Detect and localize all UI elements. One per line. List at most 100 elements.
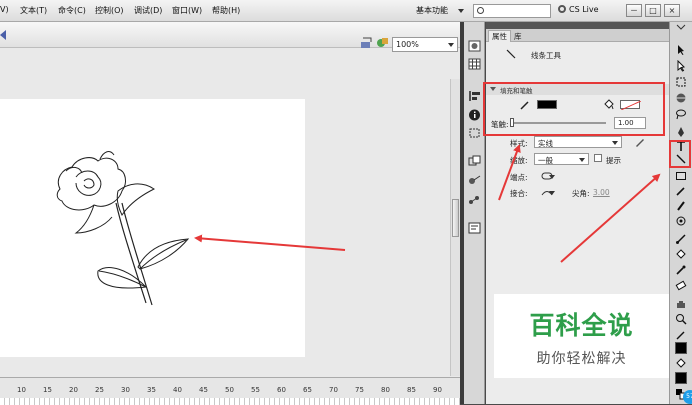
panel-tabs: 属性 库 (486, 29, 669, 42)
fill-color-bucket-icon (676, 358, 686, 368)
stroke-width-field[interactable]: 1.00 (614, 117, 646, 129)
timeline-tick: 30 (121, 386, 130, 394)
code-snippets-icon[interactable] (468, 194, 481, 206)
fill-stroke-section[interactable]: 填充和笔触 (486, 84, 669, 95)
miter-value[interactable]: 3.00 (593, 188, 610, 197)
bone-tool-icon[interactable] (675, 233, 687, 245)
back-arrow-icon[interactable] (0, 30, 6, 40)
scale-label: 缩放: (510, 156, 528, 165)
timeline-tick: 70 (329, 386, 338, 394)
eraser-tool-icon[interactable] (675, 279, 687, 291)
timeline-tick: 35 (147, 386, 156, 394)
cap-select[interactable] (538, 171, 558, 182)
rectangle-tool-icon[interactable] (675, 170, 687, 182)
history-panel-icon[interactable] (468, 222, 481, 234)
timeline-tick: 50 (225, 386, 234, 394)
timeline[interactable]: 10 15 20 25 30 35 40 45 50 55 60 65 70 7… (0, 377, 460, 405)
timeline-tick: 85 (407, 386, 416, 394)
tab-library[interactable]: 库 (511, 31, 525, 42)
timeline-tick: 10 (17, 386, 26, 394)
timeline-tick: 65 (303, 386, 312, 394)
pencil-tool-icon[interactable] (675, 185, 687, 197)
style-select[interactable]: 实线 (534, 136, 622, 148)
stage-area: 100% (0, 22, 460, 384)
scale-select[interactable]: 一般 (534, 153, 589, 165)
eyedropper-tool-icon[interactable] (675, 264, 687, 276)
menu-view[interactable]: V) (0, 5, 9, 14)
pen-tool-icon[interactable] (675, 126, 687, 138)
zoom-select[interactable]: 100% (392, 37, 458, 52)
3d-rotation-tool-icon[interactable] (675, 92, 687, 104)
timeline-tick: 45 (199, 386, 208, 394)
help-search-input[interactable] (473, 4, 551, 18)
edit-stroke-style-icon[interactable] (634, 136, 646, 148)
edit-symbol-icon[interactable] (376, 36, 389, 49)
collapse-tools-icon[interactable] (675, 24, 687, 30)
timeline-tick: 90 (433, 386, 442, 394)
align-panel-icon[interactable] (468, 90, 481, 102)
info-panel-icon[interactable] (468, 109, 481, 121)
lasso-tool-icon[interactable] (675, 108, 687, 120)
minimize-button[interactable]: － (626, 4, 642, 17)
hand-tool-icon[interactable] (675, 298, 687, 310)
timeline-tick: 80 (381, 386, 390, 394)
stage-toolbar (0, 22, 460, 48)
stroke-color-swatch[interactable] (537, 100, 557, 109)
canvas-stage[interactable] (0, 99, 305, 357)
timeline-tick: 25 (95, 386, 104, 394)
deco-tool-icon[interactable] (675, 215, 687, 227)
paint-bucket-tool-icon[interactable] (675, 249, 687, 261)
motion-presets-icon[interactable] (468, 174, 481, 186)
watermark-subtitle: 助你轻松解决 (536, 351, 627, 367)
join-select[interactable] (538, 187, 558, 198)
menu-bar: V) 文本(T) 命令(C) 控制(O) 调试(D) 窗口(W) 帮助(H) 基… (0, 0, 692, 22)
fill-color-chip[interactable] (675, 372, 687, 384)
timeline-tick: 55 (251, 386, 260, 394)
timeline-tick: 60 (277, 386, 286, 394)
line-tool-icon (506, 49, 516, 59)
cs-live-button[interactable]: CS Live (558, 5, 599, 14)
timeline-tick: 20 (69, 386, 78, 394)
hint-checkbox[interactable] (594, 154, 602, 162)
join-label: 接合: (510, 189, 528, 198)
zoom-tool-icon[interactable] (675, 313, 687, 325)
menu-text[interactable]: 文本(T) (20, 5, 47, 16)
menu-debug[interactable]: 调试(D) (134, 5, 162, 16)
no-fill-slash-icon (620, 100, 642, 111)
hint-label: 提示 (606, 156, 621, 165)
selection-tool-icon[interactable] (675, 44, 687, 56)
brush-tool-icon[interactable] (675, 200, 687, 212)
line-tool-icon[interactable] (675, 153, 687, 165)
transform-panel-icon[interactable] (468, 127, 481, 139)
timeline-tick: 15 (43, 386, 52, 394)
workspace-switcher[interactable]: 基本功能 (414, 3, 466, 18)
stroke-slider-knob[interactable] (510, 118, 514, 127)
color-panel-icon[interactable] (468, 40, 481, 52)
close-button[interactable]: × (664, 4, 680, 17)
components-panel-icon[interactable] (468, 155, 481, 167)
menu-control[interactable]: 控制(O) (95, 5, 124, 16)
fill-color-swatch[interactable] (620, 100, 642, 111)
pencil-icon (520, 101, 529, 110)
menu-window[interactable]: 窗口(W) (172, 5, 202, 16)
vertical-scrollbar[interactable] (450, 79, 460, 376)
subselection-tool-icon[interactable] (675, 60, 687, 72)
text-tool-icon[interactable] (675, 140, 687, 152)
maximize-button[interactable]: □ (645, 4, 661, 17)
swatches-panel-icon[interactable] (468, 58, 481, 70)
stroke-slider[interactable] (510, 118, 606, 127)
watermark: 百科全说 助你轻松解决 (494, 294, 669, 378)
edit-scene-icon[interactable] (360, 36, 373, 49)
tab-properties[interactable]: 属性 (488, 30, 511, 42)
menu-commands[interactable]: 命令(C) (58, 5, 86, 16)
timeline-tick: 75 (355, 386, 364, 394)
menu-help[interactable]: 帮助(H) (212, 5, 240, 16)
free-transform-tool-icon[interactable] (675, 76, 687, 88)
watermark-title: 百科全说 (529, 311, 634, 340)
style-label: 样式: (510, 139, 528, 148)
scrollbar-thumb[interactable] (452, 199, 459, 237)
stroke-color-chip[interactable] (675, 342, 687, 354)
panel-grip[interactable] (486, 22, 669, 29)
tool-name-label: 线条工具 (531, 51, 561, 60)
stroke-color-pencil-icon (676, 331, 685, 340)
